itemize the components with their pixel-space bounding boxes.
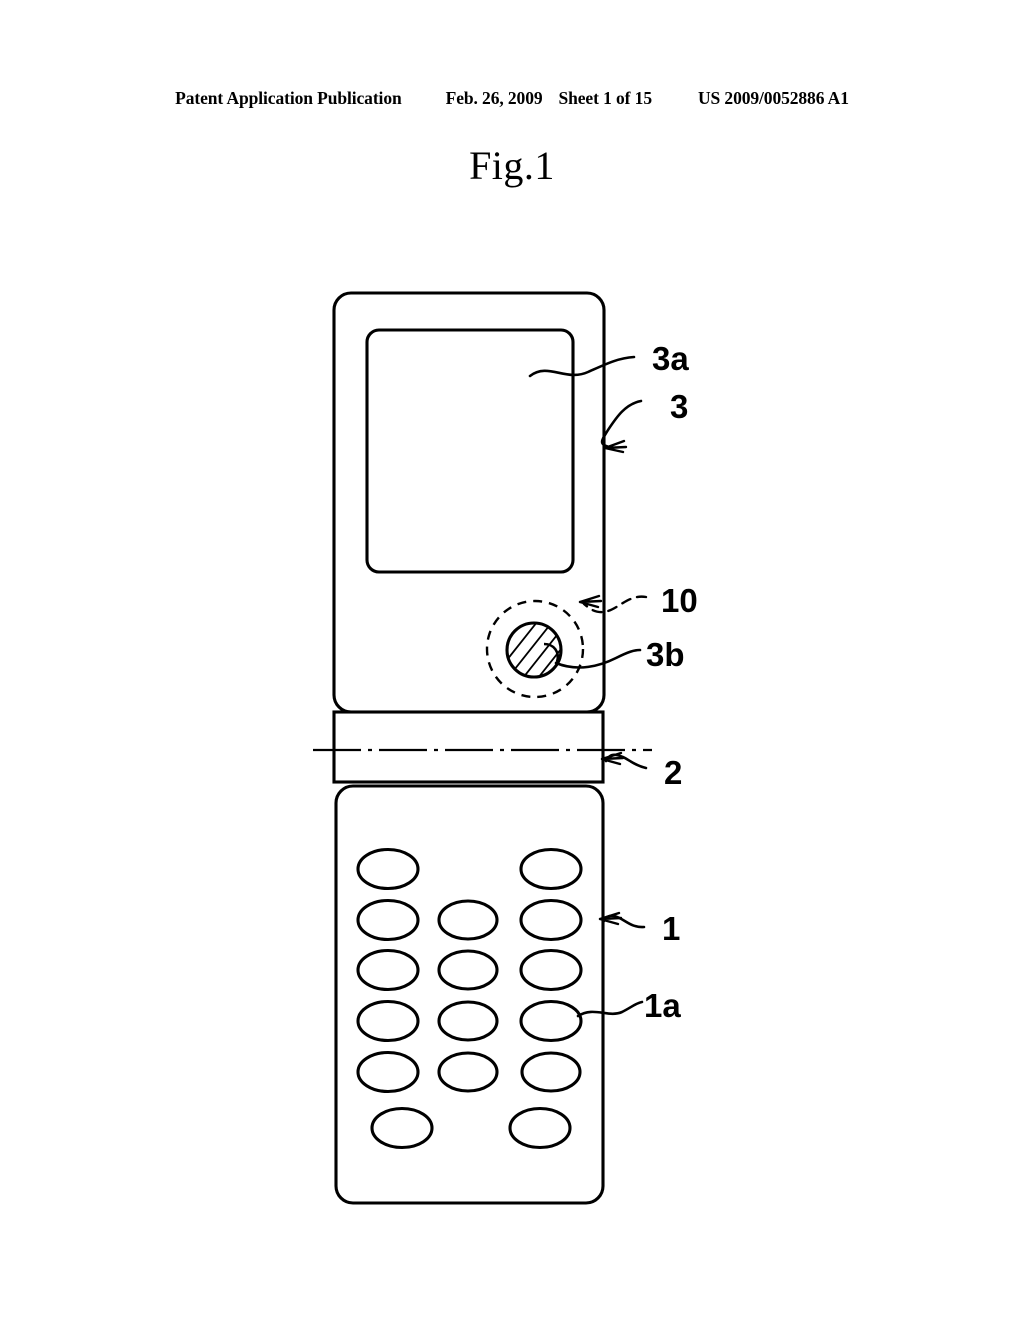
patent-drawing-svg: 3a 3 10 3b 2 1 1a [313, 291, 698, 1205]
keypad-key[interactable] [356, 999, 420, 1043]
keypad-key[interactable] [356, 1050, 420, 1094]
keypad-key[interactable] [508, 1106, 572, 1150]
keypad-key-1a[interactable] [519, 999, 583, 1043]
keypad-key[interactable] [356, 847, 420, 891]
figure-drawing: 3a 3 10 3b 2 1 1a [0, 0, 1024, 1320]
ref-label-3a: 3a [652, 340, 689, 377]
keypad-key[interactable] [519, 898, 583, 942]
keypad-key[interactable] [437, 1000, 499, 1042]
ref-label-2: 2 [664, 754, 682, 791]
display-screen [365, 328, 575, 574]
ref-label-3b: 3b [646, 636, 685, 673]
ref-label-3: 3 [670, 388, 688, 425]
keypad-key[interactable] [356, 898, 420, 942]
ref-label-1a: 1a [644, 987, 681, 1024]
keypad-key[interactable] [356, 948, 420, 992]
leader-arrow-3 [603, 439, 628, 454]
keypad-key[interactable] [437, 1051, 499, 1093]
leader-line-3 [600, 399, 643, 449]
keypad-key[interactable] [370, 1106, 434, 1150]
keypad-key[interactable] [520, 1051, 582, 1093]
keypad-key[interactable] [437, 949, 499, 991]
keypad-key[interactable] [519, 948, 583, 992]
ref-label-1: 1 [662, 910, 680, 947]
keypad-key[interactable] [519, 847, 583, 891]
hinge-body [332, 710, 605, 784]
ref-label-10: 10 [661, 582, 698, 619]
keypad-key[interactable] [437, 899, 499, 941]
